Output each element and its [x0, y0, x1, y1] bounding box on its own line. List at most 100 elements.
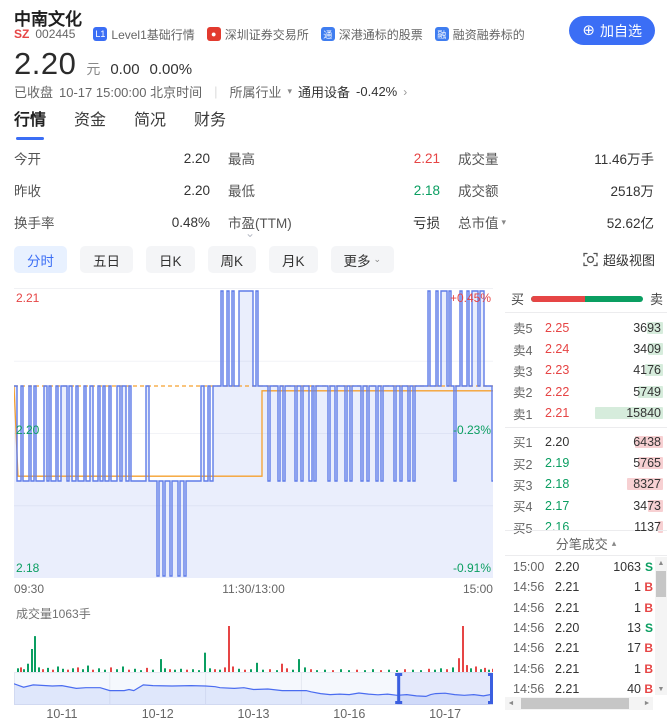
stat-turnover-amount: 成交额2518万: [458, 180, 654, 200]
volume-svg: [14, 624, 493, 672]
industry-label[interactable]: 所属行业: [229, 82, 281, 101]
tab-profile[interactable]: 简况: [134, 106, 166, 140]
scroll-up-icon[interactable]: ▲: [655, 557, 667, 569]
tick-list: 15:002.201063S 14:562.211B 14:562.211B 1…: [505, 557, 655, 695]
tick-row[interactable]: 14:562.211B: [505, 598, 655, 618]
bid-row-3[interactable]: 买32.188327: [505, 474, 667, 495]
ask-row-4[interactable]: 卖42.243409: [505, 338, 667, 359]
ask-row-5[interactable]: 卖52.253693: [505, 317, 667, 338]
period-monthly[interactable]: 月K: [269, 246, 318, 273]
badge-label: 深港通标的股票: [339, 26, 423, 43]
bid-row-4[interactable]: 买42.173473: [505, 495, 667, 516]
badge-szse: ● 深圳证券交易所: [207, 26, 309, 43]
tab-financials[interactable]: 财务: [194, 106, 226, 140]
current-price: 2.20: [14, 46, 76, 82]
y-label-high: 2.21: [16, 291, 39, 305]
nav-date: 10-11: [14, 707, 110, 721]
period-more[interactable]: 更多⌄: [331, 246, 395, 273]
triangle-down-icon: ▾: [288, 86, 293, 97]
scroll-right-icon[interactable]: ►: [641, 700, 653, 707]
divider: |: [214, 84, 217, 99]
tab-funds[interactable]: 资金: [74, 106, 106, 140]
nav-date: 10-16: [301, 707, 397, 721]
stat-low: 最低2.18: [228, 180, 440, 200]
navigator-svg: [14, 672, 493, 705]
x-label-close: 15:00: [463, 582, 493, 596]
order-book: 卖52.253693 卖42.243409 卖32.234176 卖22.225…: [505, 312, 667, 538]
ask-row-2[interactable]: 卖22.225749: [505, 381, 667, 402]
add-watchlist-button[interactable]: ⊕ 加自选: [569, 16, 655, 45]
time-axis: 09:30 11:30/13:00 15:00: [14, 582, 493, 596]
level1-icon: L1: [93, 27, 107, 41]
add-watchlist-label: 加自选: [600, 21, 642, 41]
navigator-dates: 10-11 10-12 10-13 10-16 10-17: [14, 707, 493, 721]
hscroll-track[interactable]: [517, 697, 641, 710]
period-minute[interactable]: 分时: [14, 246, 67, 273]
minute-chart[interactable]: 2.21 2.20 2.18 +0.45% -0.23% -0.91%: [14, 288, 493, 578]
szse-icon: ●: [207, 27, 221, 41]
period-weekly[interactable]: 周K: [208, 246, 257, 273]
order-panel: 买 卖 卖52.253693 卖42.243409 卖32.234176 卖22…: [505, 285, 667, 725]
y-label-mid: 2.20: [16, 423, 39, 437]
main-tabs: 行情 资金 简况 财务: [14, 106, 226, 140]
quote-time: 10-17 15:00:00 北京时间: [59, 82, 202, 101]
buy-label: 买: [511, 289, 524, 308]
minute-chart-svg: [14, 289, 493, 578]
plus-circle-icon: ⊕: [582, 23, 595, 38]
nav-date: 10-13: [206, 707, 302, 721]
x-label-open: 09:30: [14, 582, 44, 596]
market-state: 已收盘: [14, 82, 53, 101]
stats-grid: 今开2.20 最高2.21 成交量11.46万手 昨收2.20 最低2.18 成…: [14, 148, 654, 232]
tick-vertical-scrollbar[interactable]: ▲ ▼: [655, 557, 667, 695]
badge-margin: 融 融资融券标的: [435, 26, 525, 43]
scroll-left-icon[interactable]: ◄: [505, 700, 517, 707]
vscroll-thumb[interactable]: [656, 571, 666, 597]
triangle-down-icon: ▾: [502, 217, 507, 228]
status-row: 已收盘 10-17 15:00:00 北京时间 | 所属行业 ▾ 通用设备 -0…: [14, 82, 407, 101]
tick-row[interactable]: 14:562.211B: [505, 577, 655, 597]
tick-horizontal-scrollbar[interactable]: ◄ ►: [505, 697, 653, 710]
stock-meta-row: SZ 002445 L1 Level1基础行情 ● 深圳证券交易所 通 深港通标…: [14, 26, 525, 42]
tick-row[interactable]: 14:562.2013S: [505, 618, 655, 638]
scroll-down-icon[interactable]: ▼: [655, 683, 667, 695]
chevron-right-icon[interactable]: ›: [403, 85, 407, 99]
nav-date: 10-17: [397, 707, 493, 721]
bid-row-2[interactable]: 买22.195765: [505, 452, 667, 473]
super-view-button[interactable]: 超级视图: [583, 250, 655, 269]
buy-segment: [531, 296, 585, 302]
book-divider: [505, 427, 667, 428]
buy-sell-pressure: 买 卖: [511, 289, 663, 308]
pressure-bar: [531, 296, 643, 302]
price-change: 0.00: [110, 61, 139, 78]
stat-prev-close: 昨收2.20: [14, 180, 210, 200]
period-5day[interactable]: 五日: [80, 246, 133, 273]
hscroll-thumb[interactable]: [521, 698, 629, 709]
chart-navigator[interactable]: [14, 672, 493, 705]
chevron-down-icon: ⌄: [245, 226, 255, 240]
price-row: 2.20 元 0.00 0.00%: [14, 46, 192, 82]
nav-date: 10-12: [110, 707, 206, 721]
tab-quote[interactable]: 行情: [14, 106, 46, 140]
tick-row[interactable]: 14:562.2117B: [505, 638, 655, 658]
chart-period-tabs: 分时 五日 日K 周K 月K 更多⌄: [14, 246, 394, 273]
x-label-midday: 11:30/13:00: [222, 582, 285, 596]
sell-label: 卖: [650, 289, 663, 308]
tick-row[interactable]: 15:002.201063S: [505, 557, 655, 577]
bid-row-1[interactable]: 买12.206438: [505, 431, 667, 452]
stock-quote-page: 中南文化 SZ 002445 L1 Level1基础行情 ● 深圳证券交易所 通…: [0, 0, 667, 725]
super-view-label: 超级视图: [603, 250, 655, 269]
exchange-label: SZ: [14, 27, 29, 41]
badge-hk-connect: 通 深港通标的股票: [321, 26, 423, 43]
industry-name[interactable]: 通用设备: [298, 82, 350, 101]
stats-expander[interactable]: ⌄: [0, 226, 500, 240]
industry-change: -0.42%: [356, 84, 397, 99]
period-daily[interactable]: 日K: [146, 246, 195, 273]
margin-icon: 融: [435, 27, 449, 41]
stat-open: 今开2.20: [14, 148, 210, 168]
volume-pane[interactable]: [14, 624, 493, 672]
tick-row[interactable]: 14:562.211B: [505, 658, 655, 678]
ask-row-3[interactable]: 卖32.234176: [505, 360, 667, 381]
super-view-icon: [583, 252, 598, 267]
tick-row[interactable]: 14:562.2140B: [505, 679, 655, 695]
ask-row-1[interactable]: 卖12.2115840: [505, 403, 667, 424]
